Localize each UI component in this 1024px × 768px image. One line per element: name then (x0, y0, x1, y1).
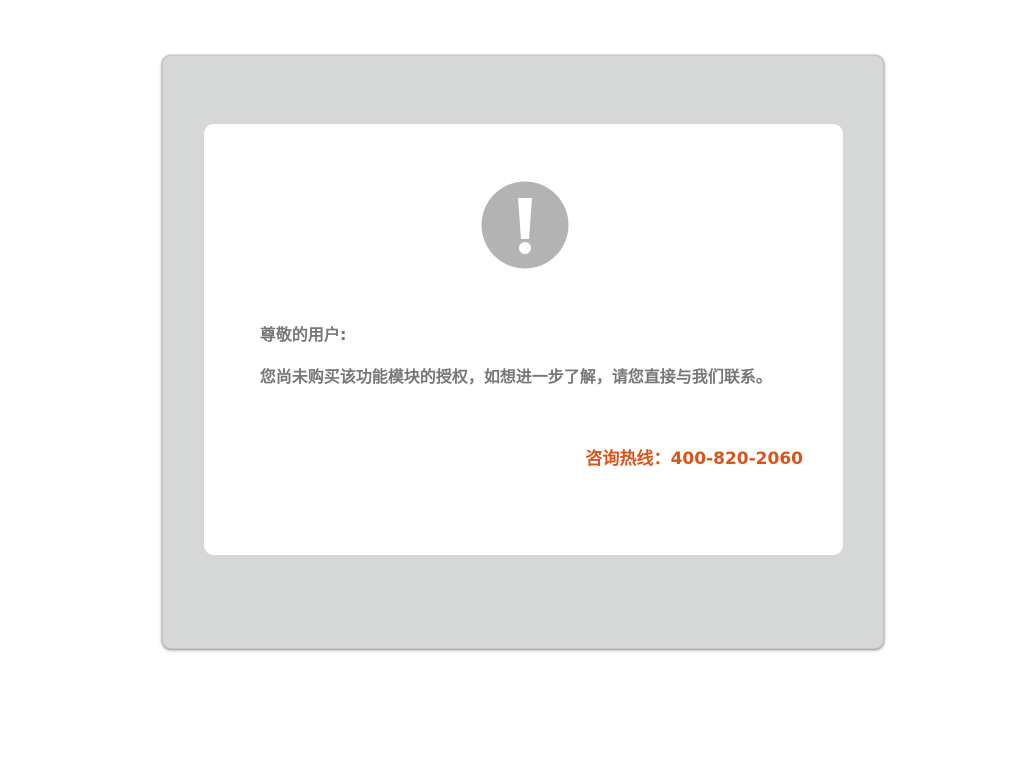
exclamation-circle-icon (481, 181, 569, 269)
hotline-text: 咨询热线：400-820-2060 (585, 449, 803, 469)
license-message: 您尚未购买该功能模块的授权，如想进一步了解，请您直接与我们联系。 (260, 367, 773, 386)
greeting-text: 尊敬的用户: (260, 325, 347, 344)
notice-card: 尊敬的用户: 您尚未购买该功能模块的授权，如想进一步了解，请您直接与我们联系。 … (204, 124, 843, 555)
outer-panel: 尊敬的用户: 您尚未购买该功能模块的授权，如想进一步了解，请您直接与我们联系。 … (162, 55, 884, 649)
